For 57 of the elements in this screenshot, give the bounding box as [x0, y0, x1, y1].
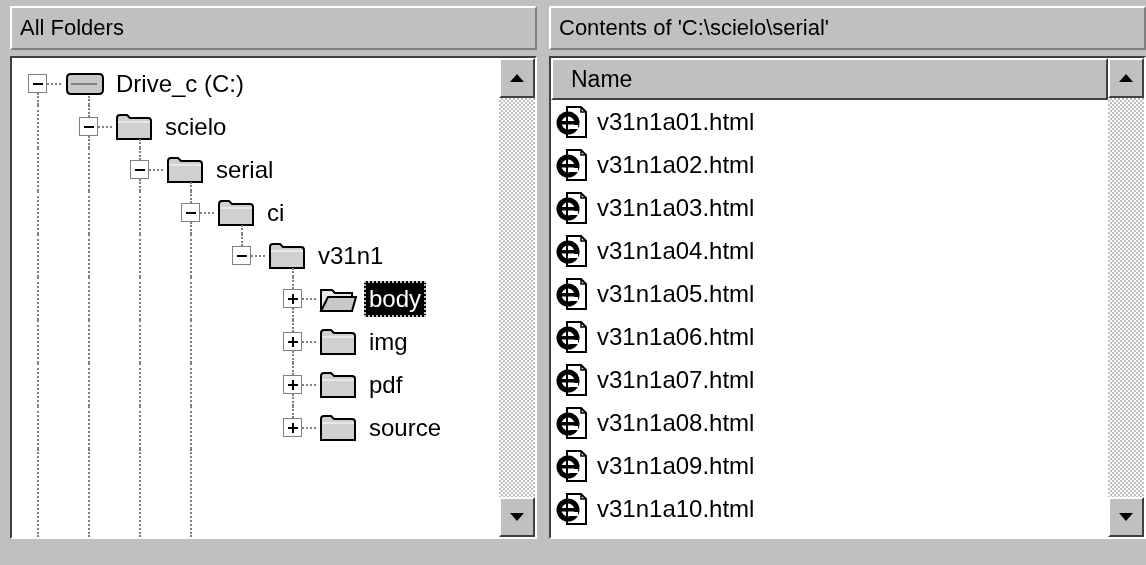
folder-icon	[216, 197, 256, 228]
scroll-up-button[interactable]	[499, 58, 535, 98]
folder-icon	[318, 412, 358, 443]
scrollbar[interactable]	[1108, 58, 1144, 537]
minus-icon	[32, 82, 43, 85]
pane-title: All Folders	[10, 6, 537, 50]
minus-icon	[185, 211, 196, 214]
file-name[interactable]: v31n1a06.html	[597, 322, 755, 351]
tree-item[interactable]: source	[364, 409, 447, 446]
folder-icon	[318, 326, 358, 357]
pane-title: Contents of 'C:\scielo\serial'	[549, 6, 1146, 50]
tree-item[interactable]: body	[364, 280, 427, 317]
file-name[interactable]: v31n1a08.html	[597, 408, 755, 437]
tree-item[interactable]: img	[364, 323, 413, 360]
scroll-up-button[interactable]	[1108, 58, 1144, 98]
minus-icon	[83, 125, 94, 128]
file-name[interactable]: v31n1a09.html	[597, 451, 755, 480]
collapse-button[interactable]	[79, 117, 98, 136]
folder-icon	[165, 154, 205, 185]
tree-item[interactable]: pdf	[364, 366, 408, 403]
up-triangle-icon	[509, 73, 525, 83]
tree-item[interactable]: scielo	[160, 108, 232, 145]
plus-icon	[287, 293, 298, 304]
down-triangle-icon	[509, 512, 525, 522]
file-name[interactable]: v31n1a10.html	[597, 494, 755, 523]
scroll-down-button[interactable]	[499, 497, 535, 537]
folder-icon	[318, 369, 358, 400]
plus-icon	[287, 379, 298, 390]
tree-item[interactable]: Drive_c (C:)	[111, 65, 249, 102]
column-header[interactable]: Name	[551, 58, 1108, 100]
scrollbar[interactable]	[499, 58, 535, 537]
expand-button[interactable]	[283, 289, 302, 308]
up-triangle-icon	[1118, 73, 1134, 83]
file-name[interactable]: v31n1a05.html	[597, 279, 755, 308]
collapse-button[interactable]	[181, 203, 200, 222]
tree-item[interactable]: serial	[211, 151, 279, 188]
down-triangle-icon	[1118, 512, 1134, 522]
expand-button[interactable]	[283, 332, 302, 351]
minus-icon	[236, 254, 247, 257]
collapse-button[interactable]	[130, 160, 149, 179]
tree-item[interactable]: ci	[262, 194, 290, 231]
tree-item[interactable]: v31n1	[313, 237, 389, 274]
expand-button[interactable]	[283, 375, 302, 394]
collapse-button[interactable]	[28, 74, 47, 93]
plus-icon	[287, 336, 298, 347]
folder-icon	[267, 240, 307, 271]
file-name[interactable]: v31n1a07.html	[597, 365, 755, 394]
file-name[interactable]: v31n1a04.html	[597, 236, 755, 265]
scroll-down-button[interactable]	[1108, 497, 1144, 537]
plus-icon	[287, 422, 298, 433]
expand-button[interactable]	[283, 418, 302, 437]
collapse-button[interactable]	[232, 246, 251, 265]
file-name[interactable]: v31n1a02.html	[597, 150, 755, 179]
minus-icon	[134, 168, 145, 171]
file-name[interactable]: v31n1a03.html	[597, 193, 755, 222]
folder-icon	[114, 111, 154, 142]
file-name[interactable]: v31n1a01.html	[597, 107, 755, 136]
